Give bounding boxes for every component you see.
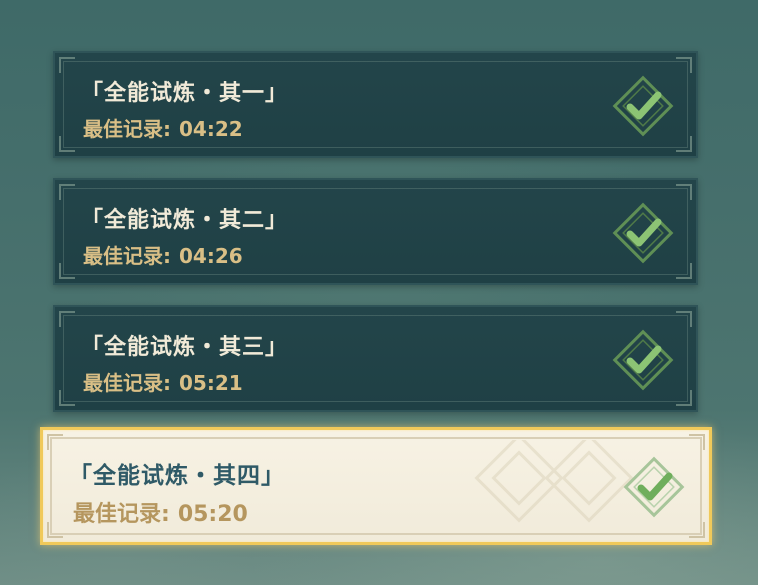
trial-title: 「全能试炼・其二」 (81, 208, 289, 233)
trial-title: 「全能试炼・其一」 (81, 81, 289, 106)
record-time: 05:20 (177, 502, 248, 527)
corner-ornament (676, 311, 692, 327)
corner-ornament (59, 311, 75, 327)
trial-list: 「全能试炼・其一」 最佳记录: 04:22 「全能试炼・其二」 最佳记录: 04:2… (0, 0, 758, 585)
record-label: 最佳记录: (83, 117, 171, 141)
trial-card-2[interactable]: 「全能试炼・其二」 最佳记录: 04:26 (53, 178, 698, 285)
checkmark-diamond-icon (612, 75, 674, 137)
trial-title: 「全能试炼・其三」 (81, 335, 289, 360)
corner-ornament (676, 263, 692, 279)
record-time: 05:21 (179, 371, 243, 395)
corner-ornament (47, 434, 63, 450)
corner-ornament (59, 184, 75, 200)
record-time: 04:22 (179, 117, 243, 141)
trial-card-4-selected[interactable]: 「全能试炼・其四」 最佳记录: 05:20 (40, 427, 712, 545)
record-label: 最佳记录: (83, 244, 171, 268)
trial-card-3[interactable]: 「全能试炼・其三」 最佳记录: 05:21 (53, 305, 698, 412)
corner-ornament (59, 263, 75, 279)
corner-ornament (689, 522, 705, 538)
corner-ornament (676, 57, 692, 73)
best-record: 最佳记录: 04:26 (83, 240, 243, 269)
best-record: 最佳记录: 04:22 (83, 113, 243, 142)
record-time: 04:26 (179, 244, 243, 268)
corner-ornament (59, 390, 75, 406)
corner-ornament (59, 57, 75, 73)
corner-ornament (59, 136, 75, 152)
corner-ornament (47, 522, 63, 538)
corner-ornament (676, 136, 692, 152)
corner-ornament (676, 184, 692, 200)
checkmark-diamond-icon (623, 456, 685, 518)
best-record: 最佳记录: 05:21 (83, 367, 243, 396)
record-label: 最佳记录: (73, 502, 170, 527)
record-label: 最佳记录: (83, 371, 171, 395)
best-record: 最佳记录: 05:20 (73, 496, 248, 528)
corner-ornament (689, 434, 705, 450)
trial-title: 「全能试炼・其四」 (69, 463, 285, 489)
checkmark-diamond-icon (612, 329, 674, 391)
trial-card-1[interactable]: 「全能试炼・其一」 最佳记录: 04:22 (53, 51, 698, 158)
checkmark-diamond-icon (612, 202, 674, 264)
corner-ornament (676, 390, 692, 406)
